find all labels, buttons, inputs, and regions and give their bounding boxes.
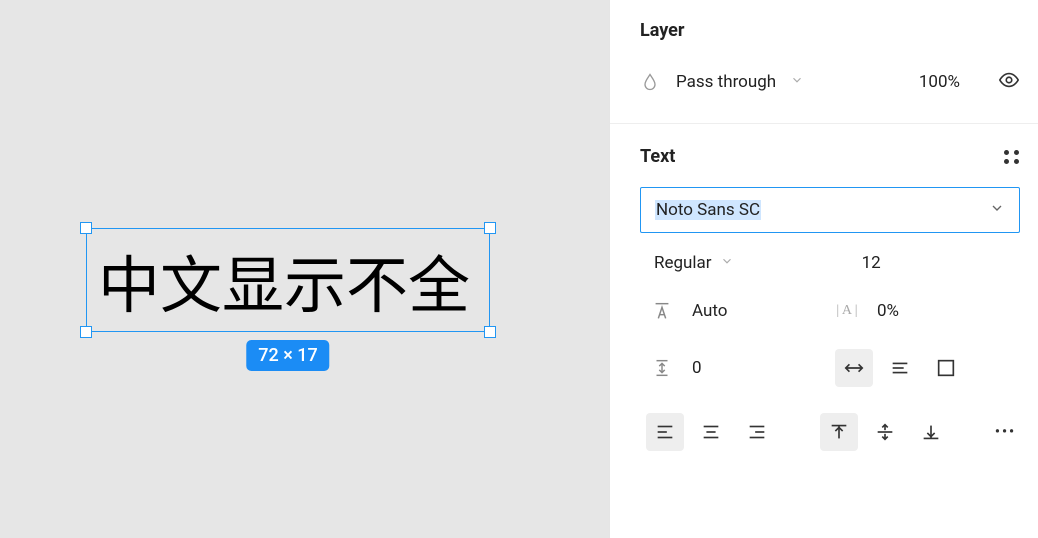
blend-mode-icon	[640, 72, 660, 92]
letter-spacing-input[interactable]: 0%	[877, 301, 899, 321]
align-center-button[interactable]	[692, 413, 730, 451]
blend-mode-select[interactable]: Pass through	[676, 72, 776, 92]
font-weight-select[interactable]: Regular	[654, 253, 712, 273]
resize-handle-top-left[interactable]	[80, 222, 92, 234]
resize-mode-group	[835, 349, 965, 387]
vertical-align-group	[820, 413, 994, 451]
properties-panel: Layer Pass through 100% Text Noto Sans S…	[610, 0, 1038, 538]
align-top-button[interactable]	[820, 413, 858, 451]
resize-handle-bottom-right[interactable]	[484, 326, 496, 338]
chevron-down-icon	[790, 73, 804, 91]
auto-width-button[interactable]	[835, 349, 873, 387]
align-right-button[interactable]	[738, 413, 776, 451]
line-height-icon	[650, 299, 674, 323]
opacity-input[interactable]: 100%	[919, 72, 960, 92]
paragraph-spacing-icon	[650, 356, 674, 380]
text-section-header: Text	[640, 146, 1020, 167]
chevron-down-icon	[720, 254, 734, 272]
visibility-toggle[interactable]	[998, 69, 1020, 95]
fixed-size-button[interactable]	[927, 349, 965, 387]
align-middle-button[interactable]	[866, 413, 904, 451]
section-divider	[610, 123, 1038, 124]
font-family-value: Noto Sans SC	[655, 200, 761, 220]
text-section-title: Text	[640, 146, 675, 167]
resize-handle-top-right[interactable]	[484, 222, 496, 234]
line-height-input[interactable]: Auto	[692, 301, 727, 321]
layer-section-title: Layer	[640, 20, 1020, 41]
resize-handle-bottom-left[interactable]	[80, 326, 92, 338]
text-content[interactable]: 中文显示不全	[98, 234, 470, 318]
align-bottom-button[interactable]	[912, 413, 950, 451]
chevron-down-icon	[989, 200, 1005, 220]
horizontal-align-group	[646, 413, 820, 451]
dimensions-badge: 72 × 17	[246, 340, 329, 371]
text-settings-button[interactable]	[1004, 150, 1020, 164]
auto-height-button[interactable]	[881, 349, 919, 387]
paragraph-spacing-input[interactable]: 0	[692, 358, 702, 378]
layer-blend-row: Pass through 100%	[640, 69, 1020, 95]
letter-spacing-icon: | A |	[835, 299, 859, 323]
align-left-button[interactable]	[646, 413, 684, 451]
font-size-input[interactable]: 12	[862, 253, 881, 273]
more-options-button[interactable]: •••	[995, 424, 1020, 440]
font-family-input[interactable]: Noto Sans SC	[640, 187, 1020, 233]
selected-text-layer[interactable]: 中文显示不全 72 × 17	[86, 228, 490, 332]
canvas-area[interactable]: 中文显示不全 72 × 17	[0, 0, 610, 538]
